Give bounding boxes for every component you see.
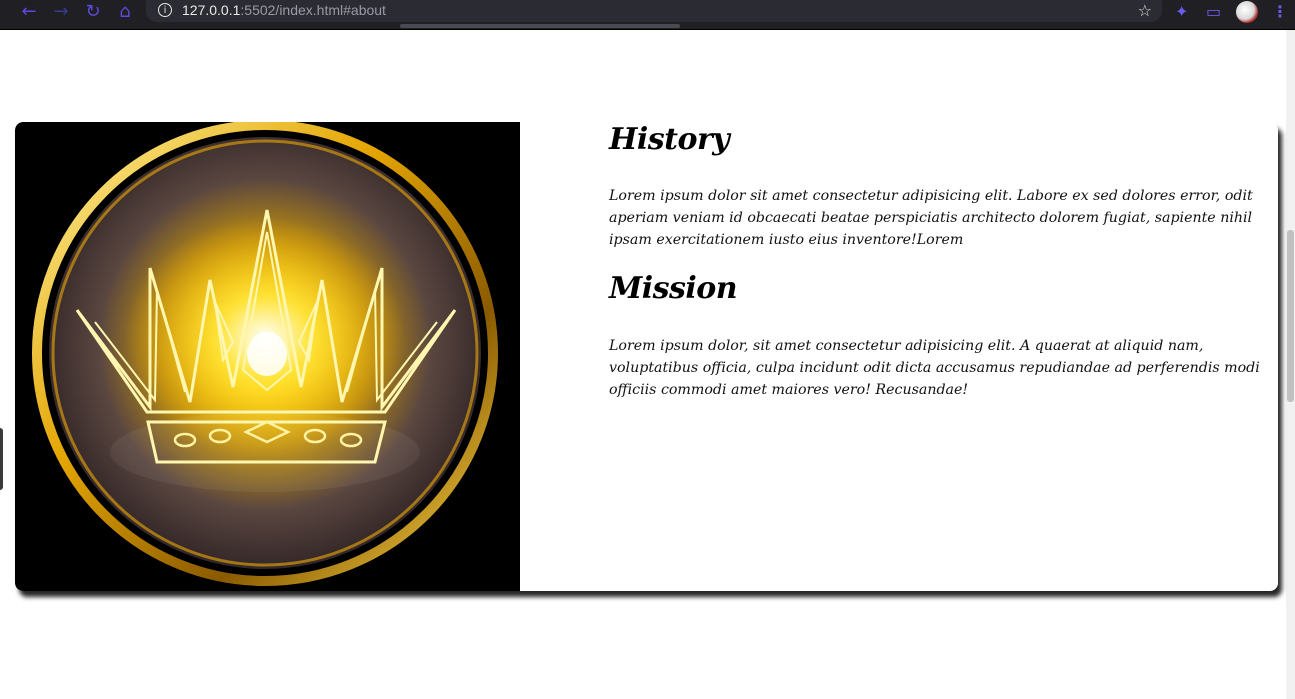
crown-illustration [32,122,498,586]
cast-icon[interactable]: ▭ [1206,2,1221,21]
about-section: History Lorem ipsum dolor sit amet conse… [15,122,1278,591]
browser-toolbar: ← → ↻ ⌂ i 127.0.0.1:5502/index.html#abou… [0,0,1295,30]
star-icon[interactable]: ☆ [1138,1,1152,20]
scrollbar-thumb[interactable] [1287,230,1294,402]
url-text[interactable]: 127.0.0.1:5502/index.html#about [182,2,386,18]
url-path: :5502/index.html#about [240,2,386,18]
vertical-scrollbar[interactable] [1286,30,1295,699]
history-paragraph: Lorem ipsum dolor sit amet consectetur a… [609,188,1253,248]
url-host: 127.0.0.1 [182,2,241,18]
back-arrow-icon[interactable]: ← [18,1,40,23]
address-bar[interactable]: i 127.0.0.1:5502/index.html#about ☆ [146,0,1162,22]
menu-icon[interactable]: ⋮ [1272,2,1288,21]
mission-heading: Mission [609,271,738,306]
info-icon[interactable]: i [158,3,172,17]
reload-icon[interactable]: ↻ [82,1,104,23]
forward-arrow-icon[interactable]: → [50,1,72,23]
tab-scroll-indicator [400,24,680,28]
crown-emblem-image [15,122,520,591]
extensions-icon[interactable]: ✦ [1175,2,1188,21]
history-heading: History [609,122,730,157]
left-panel-handle[interactable] [0,428,3,490]
home-icon[interactable]: ⌂ [114,1,136,23]
left-panel-edge [0,30,7,699]
profile-avatar[interactable] [1236,1,1258,23]
mission-paragraph: Lorem ipsum dolor, sit amet consectetur … [609,338,1260,398]
